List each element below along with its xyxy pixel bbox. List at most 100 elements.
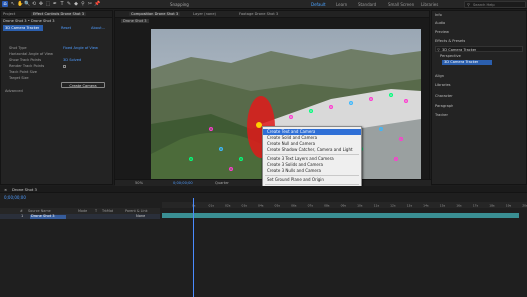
effect-controls-panel: Project Effect Controls Drone Shot 3 Dro… <box>0 10 113 185</box>
workspace-small-screen[interactable]: Small Screen <box>388 2 414 7</box>
orbit-tool-icon[interactable]: ✥ <box>38 1 44 7</box>
ruler-mark: 06s <box>291 204 297 208</box>
snapping-label[interactable]: Snapping <box>170 2 189 7</box>
effects-search-input[interactable]: ⚲ 3D Camera Tracker <box>435 46 523 52</box>
search-help-placeholder: Search Help <box>473 3 495 7</box>
tab-effect-controls[interactable]: Effect Controls Drone Shot 3 <box>31 12 87 16</box>
tab-timeline-comp[interactable]: Drone Shot 3 <box>12 187 37 192</box>
zoom-dropdown[interactable]: 50% <box>135 181 143 185</box>
libraries-panel-tab[interactable]: Libraries <box>435 83 451 88</box>
ruler-mark: 15s <box>440 204 446 208</box>
create-camera-label: Create Camera <box>69 83 97 88</box>
tracker-panel-tab[interactable]: Tracker <box>435 113 448 118</box>
tab-footage[interactable]: Footage Drone Shot 3 <box>239 12 278 16</box>
ruler-mark: 03s <box>242 204 248 208</box>
ruler-mark: 19s <box>506 204 512 208</box>
timeline-timecode[interactable]: 0;00;00;00 <box>4 195 26 200</box>
current-time-indicator[interactable] <box>193 198 194 297</box>
ruler-mark: 08s <box>324 204 330 208</box>
shot-type-dropdown[interactable]: Fixed Angle of View <box>63 46 98 51</box>
menu-separator <box>265 184 359 185</box>
layer-parent-dropdown[interactable]: None <box>136 214 145 218</box>
tab-composition[interactable]: Composition Drone Shot 3 <box>129 12 181 16</box>
col-t: T <box>95 208 98 213</box>
layer-row[interactable]: 1 Drone Shot 3 None <box>0 214 160 219</box>
ruler-mark: 17s <box>473 204 479 208</box>
rectangle-tool-icon[interactable]: ⬚ <box>45 1 51 7</box>
resolution-dropdown[interactable]: Quarter <box>215 181 229 185</box>
angle-of-view-label: Horizontal Angle of View <box>9 52 53 56</box>
composition-tabs: Composition Drone Shot 3 Layer (none) Fo… <box>115 11 429 18</box>
effect-result-label: 3D Camera Tracker <box>444 60 479 64</box>
viewer-timecode[interactable]: 0;00;00;00 <box>173 181 193 185</box>
effect-name: 3D Camera Tracker <box>5 26 40 30</box>
menu-create-shadow-catcher[interactable]: Create Shadow Catcher, Camera and Light <box>267 147 353 153</box>
type-tool-icon[interactable]: T <box>59 1 65 7</box>
panel-tabs: Project Effect Controls Drone Shot 3 <box>1 11 112 18</box>
track-point-size-label: Track Point Size <box>9 70 37 74</box>
pen-tool-icon[interactable]: ✒ <box>52 1 58 7</box>
effect-name-highlight[interactable]: 3D Camera Tracker <box>3 25 43 31</box>
right-panel: Info Audio Preview Effects & Presets ⚲ 3… <box>431 10 527 185</box>
reset-link[interactable]: Reset <box>61 26 71 30</box>
info-panel-tab[interactable]: Info <box>435 13 442 18</box>
ruler-mark: 12s <box>390 204 396 208</box>
clone-tool-icon[interactable]: ◆ <box>73 1 79 7</box>
col-trkmat: TrkMat <box>102 208 114 213</box>
col-mode: Mode <box>78 208 88 213</box>
menu-separator <box>265 154 359 155</box>
preview-panel-tab[interactable]: Preview <box>435 30 449 35</box>
ruler-mark: 01s <box>209 204 215 208</box>
close-icon[interactable]: × <box>4 187 7 192</box>
tab-layer[interactable]: Layer (none) <box>193 12 216 16</box>
character-panel-tab[interactable]: Character <box>435 94 453 99</box>
ruler-mark: 10s <box>357 204 363 208</box>
shot-type-label: Shot Type <box>9 46 27 50</box>
comp-breadcrumb[interactable]: Drone Shot 3 <box>121 19 149 23</box>
toolbar: ⌂ ↖ ✋ 🔍 ⟲ ✥ ⬚ ✒ T ✎ ◆ ⚲ ✂ 📌 Snapping Def… <box>0 0 527 9</box>
menu-set-ground-plane[interactable]: Set Ground Plane and Origin <box>267 177 324 183</box>
effect-result-highlight[interactable]: 3D Camera Tracker <box>442 60 492 65</box>
effects-presets-tab[interactable]: Effects & Presets <box>435 39 465 44</box>
puppet-tool-icon[interactable]: 📌 <box>94 1 100 7</box>
hand-tool-icon[interactable]: ✋ <box>17 1 23 7</box>
paragraph-panel-tab[interactable]: Paragraph <box>435 104 453 109</box>
show-track-points-dropdown[interactable]: 3D Solved <box>63 58 81 63</box>
workspace-learn[interactable]: Learn <box>336 2 347 7</box>
workspace-libraries[interactable]: Libraries <box>421 2 438 7</box>
eraser-tool-icon[interactable]: ⚲ <box>80 1 86 7</box>
workspace-default[interactable]: Default <box>311 2 326 7</box>
time-ruler[interactable]: 0s01s02s03s04s05s06s07s08s09s10s11s12s13… <box>162 202 527 208</box>
selection-tool-icon[interactable]: ↖ <box>10 1 16 7</box>
brush-tool-icon[interactable]: ✎ <box>66 1 72 7</box>
roto-tool-icon[interactable]: ✂ <box>87 1 93 7</box>
ruler-mark: 04s <box>258 204 264 208</box>
rotate-tool-icon[interactable]: ⟲ <box>31 1 37 7</box>
target-size-label: Target Size <box>9 76 29 80</box>
align-panel-tab[interactable]: Align <box>435 74 444 79</box>
perspective-folder[interactable]: Perspective <box>440 54 461 59</box>
time-ruler-ticks: 0s01s02s03s04s05s06s07s08s09s10s11s12s13… <box>192 204 527 208</box>
ruler-mark: 02s <box>225 204 231 208</box>
col-number: # <box>20 208 23 213</box>
tab-project[interactable]: Project <box>3 12 15 16</box>
menu-create-3-nulls[interactable]: Create 3 Nulls and Camera <box>267 168 321 174</box>
layer-duration-bar[interactable] <box>162 213 519 218</box>
search-icon: ⚲ <box>467 2 470 7</box>
audio-panel-tab[interactable]: Audio <box>435 21 445 26</box>
about-link[interactable]: About... <box>91 26 105 30</box>
workspace-standard[interactable]: Standard <box>358 2 376 7</box>
timeline-tabbar: × Drone Shot 3 <box>0 186 527 193</box>
zoom-tool-icon[interactable]: 🔍 <box>24 1 30 7</box>
layer-name[interactable]: Drone Shot 3 <box>31 214 55 218</box>
effect-controls-header: Drone Shot 3 • Drone Shot 3 <box>3 19 55 23</box>
create-camera-button[interactable]: Create Camera <box>61 82 105 88</box>
col-source-name: Source Name <box>28 208 51 213</box>
search-icon: ⚲ <box>437 47 440 52</box>
search-help-input[interactable]: ⚲ Search Help <box>464 1 526 8</box>
effects-search-value: 3D Camera Tracker <box>442 47 477 52</box>
home-icon[interactable]: ⌂ <box>2 1 8 7</box>
render-track-points-checkbox[interactable] <box>63 65 66 68</box>
advanced-section[interactable]: Advanced <box>5 89 23 94</box>
ruler-mark: 09s <box>341 204 347 208</box>
